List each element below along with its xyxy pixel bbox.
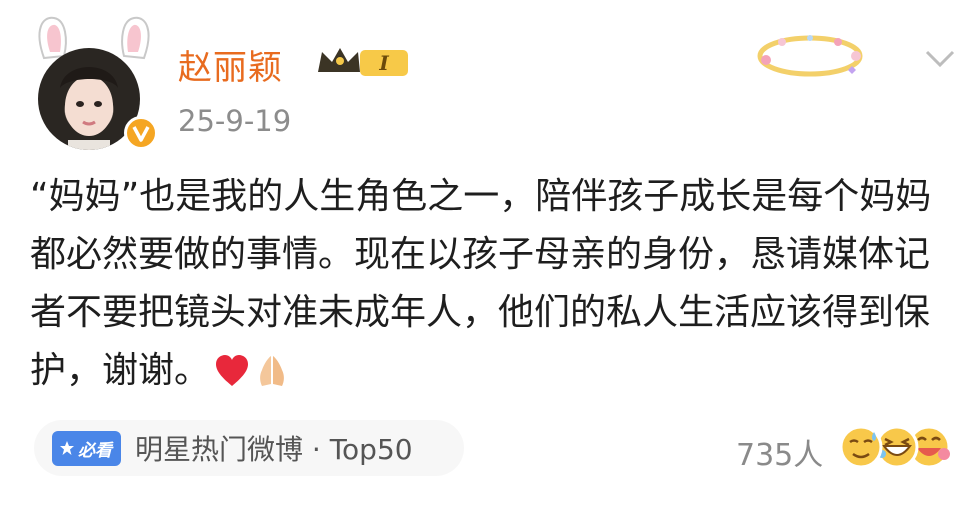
- heart-wreath-icon: [757, 35, 863, 77]
- post-text: “妈妈”也是我的人生角色之一，陪伴孩子成长是每个妈妈都必然要做的事情。现在以孩子…: [30, 176, 932, 391]
- crown-icon: I: [318, 48, 408, 76]
- post-content: “妈妈”也是我的人生角色之一，陪伴孩子成长是每个妈妈都必然要做的事情。现在以孩子…: [30, 168, 948, 400]
- must-see-label: 必看: [78, 440, 112, 461]
- post-date: 25-9-19: [178, 104, 292, 138]
- reaction-icons[interactable]: [838, 424, 958, 472]
- avatar-frame[interactable]: [24, 10, 164, 150]
- must-see-badge: 必看: [52, 430, 121, 466]
- chevron-down-icon[interactable]: [924, 48, 956, 70]
- username[interactable]: 赵丽颖: [178, 40, 283, 89]
- red-heart-icon: [216, 355, 249, 386]
- level-label: I: [378, 51, 389, 75]
- verified-v-icon: [124, 116, 158, 150]
- reaction-count[interactable]: 735人: [736, 430, 823, 474]
- topic-text: 明星热门微博 · Top50: [135, 433, 413, 466]
- member-level-badge[interactable]: I: [314, 42, 414, 86]
- pray-hands-icon: [260, 356, 284, 386]
- sweat-smile-icon: [839, 425, 883, 469]
- hot-topic-link[interactable]: 必看 明星热门微博 · Top50: [34, 420, 464, 476]
- star-icon: [60, 441, 74, 455]
